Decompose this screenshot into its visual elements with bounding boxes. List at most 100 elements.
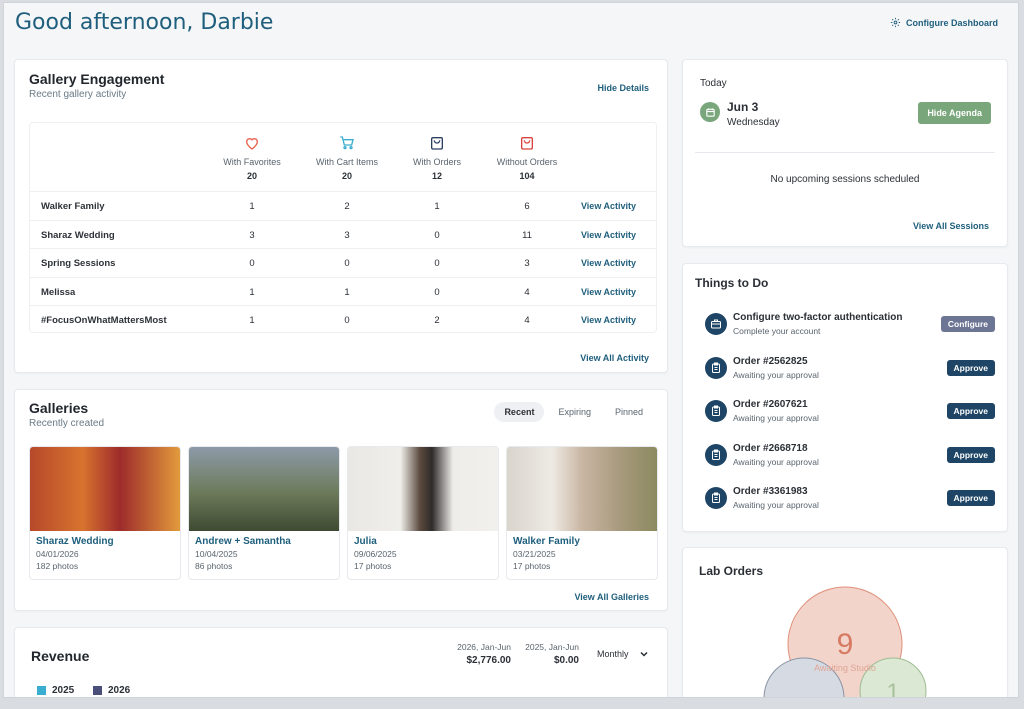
cell-value: 1 — [249, 286, 255, 298]
heart-icon — [245, 138, 259, 150]
hide-agenda-button[interactable]: Hide Agenda — [918, 102, 991, 124]
briefcase-icon — [705, 313, 727, 335]
bubble-count: 1 — [886, 679, 899, 698]
gallery-date: 09/06/2025 — [354, 549, 397, 559]
view-activity-link[interactable]: View Activity — [581, 287, 636, 297]
tab-recent[interactable]: Recent — [494, 402, 545, 422]
approve-button[interactable]: Approve — [946, 359, 995, 376]
gallery-thumbnail — [507, 447, 657, 531]
col-label: Without Orders — [496, 157, 558, 167]
tab-expiring[interactable]: Expiring — [548, 402, 601, 422]
table-row: Spring Sessions 0 0 0 3 View Activity — [30, 248, 656, 277]
cell-value: 3 — [524, 258, 530, 269]
view-activity-link[interactable]: View Activity — [581, 315, 636, 325]
gallery-title: Julia — [354, 536, 377, 547]
revenue-title: Revenue — [31, 648, 90, 664]
revenue-period-current: 2026, Jan-Jun $2,776.00 — [457, 642, 511, 666]
gallery-name: Walker Family — [41, 201, 105, 212]
cell-value: 11 — [522, 229, 532, 241]
engagement-table: With Favorites 20 With Cart Items 20 Wit… — [29, 122, 657, 333]
today-label: Today — [700, 78, 727, 89]
view-activity-link[interactable]: View Activity — [581, 258, 636, 268]
period-amount: $0.00 — [553, 655, 579, 666]
bubble-count: 9 — [837, 628, 854, 661]
todo-subtitle: Complete your account — [733, 326, 821, 336]
gallery-photo-count: 17 photos — [354, 561, 392, 571]
gallery-tile[interactable]: Andrew + Samantha 10/04/2025 86 photos — [188, 446, 340, 580]
galleries-title: Galleries — [29, 400, 89, 416]
agenda-date: Jun 3 — [727, 100, 759, 114]
legend-item: 2026 — [93, 685, 130, 696]
approve-button[interactable]: Approve — [946, 446, 995, 463]
todo-title: Order #3361983 — [733, 486, 808, 497]
gallery-name: Spring Sessions — [41, 258, 116, 269]
gallery-thumbnail — [30, 447, 180, 531]
todo-item: Order #2668718 Awaiting your approval Ap… — [705, 440, 995, 470]
engagement-subtitle: Recent gallery activity — [29, 89, 127, 100]
approve-button[interactable]: Approve — [946, 490, 995, 506]
view-all-activity-link[interactable]: View All Activity — [580, 353, 649, 363]
agenda-card: Today Jun 3 Wednesday Hide Agenda No upc… — [682, 59, 1008, 247]
cell-value: 0 — [344, 258, 350, 269]
gallery-thumbnail — [189, 447, 339, 531]
cell-value: 1 — [434, 201, 440, 212]
period-select-value: Monthly — [597, 649, 629, 659]
todo-subtitle: Awaiting your approval — [733, 369, 819, 380]
divider — [695, 152, 995, 153]
view-all-galleries-link[interactable]: View All Galleries — [574, 592, 649, 602]
calendar-icon — [700, 102, 720, 122]
table-row: #FocusOnWhatMattersMost 1 0 2 4 View Activity — [30, 305, 656, 334]
cell-value: 2 — [434, 315, 440, 326]
cart-icon — [340, 136, 354, 150]
bag-icon — [521, 137, 533, 150]
todo-item: Configure two-factor authentication Comp… — [705, 309, 995, 339]
engagement-title: Gallery Engagement — [29, 71, 165, 87]
hide-details-link[interactable]: Hide Details — [597, 83, 649, 93]
todo-subtitle: Awaiting your approval — [733, 456, 819, 467]
clipboard-icon — [705, 400, 727, 422]
cell-value: 0 — [249, 258, 255, 269]
lab-orders-card: Lab Orders 9 Awaiting Studio 0 1 — [682, 547, 1008, 698]
clipboard-icon — [705, 443, 727, 466]
col-label: With Favorites — [223, 157, 281, 167]
gallery-date: 03/21/2025 — [513, 549, 556, 559]
gallery-name: #FocusOnWhatMattersMost — [41, 315, 167, 326]
revenue-card: Revenue 2026, Jan-Jun $2,776.00 2025, Ja… — [14, 627, 668, 697]
tab-pinned[interactable]: Pinned — [605, 402, 653, 422]
view-activity-link[interactable]: View Activity — [581, 201, 636, 211]
cell-value: 1 — [344, 286, 350, 298]
gallery-engagement-card: Gallery Engagement Recent gallery activi… — [14, 59, 668, 373]
gallery-date: 04/01/2026 — [36, 549, 79, 559]
todo-subtitle: Awaiting your approval — [733, 413, 819, 423]
view-all-sessions-link[interactable]: View All Sessions — [913, 221, 989, 231]
cell-value: 0 — [434, 258, 440, 269]
gallery-tile[interactable]: Julia 09/06/2025 17 photos — [347, 446, 499, 580]
todo-item: Order #3361983 Awaiting your approval Ap… — [705, 483, 995, 513]
col-count: 20 — [246, 171, 257, 181]
period-select[interactable]: Monthly — [597, 649, 649, 659]
bubble-count: 0 — [797, 697, 810, 698]
agenda-weekday: Wednesday — [727, 117, 780, 128]
cell-value: 2 — [344, 201, 350, 212]
gallery-name: Melissa — [41, 286, 76, 298]
gallery-tile[interactable]: Sharaz Wedding 04/01/2026 182 photos — [29, 446, 181, 580]
todo-item: Order #2607621 Awaiting your approval Ap… — [705, 396, 995, 426]
view-activity-link[interactable]: View Activity — [581, 230, 636, 240]
approve-button[interactable]: Approve — [946, 403, 995, 419]
cell-value: 0 — [434, 286, 440, 298]
revenue-period-previous: 2025, Jan-Jun $0.00 — [525, 642, 579, 666]
todo-title: Order #2668718 — [733, 442, 808, 454]
todo-item: Order #2562825 Awaiting your approval Ap… — [705, 353, 995, 383]
configure-label: Configure Dashboard — [905, 17, 998, 28]
legend-item: 2025 — [37, 685, 74, 696]
todo-title: Configure two-factor authentication — [733, 312, 903, 323]
gallery-photo-count: 17 photos — [513, 561, 551, 571]
no-sessions-message: No upcoming sessions scheduled — [770, 174, 920, 185]
configure-dashboard-button[interactable]: Configure Dashboard — [890, 17, 998, 28]
configure-button[interactable]: Configure — [940, 316, 995, 332]
lab-orders-bubble-chart: 9 Awaiting Studio 0 1 — [763, 586, 927, 698]
gallery-date: 10/04/2025 — [195, 549, 238, 559]
cell-value: 1 — [249, 315, 255, 326]
gallery-tile[interactable]: Walker Family 03/21/2025 17 photos — [506, 446, 658, 580]
engagement-table-header: With Favorites 20 With Cart Items 20 Wit… — [30, 123, 656, 191]
